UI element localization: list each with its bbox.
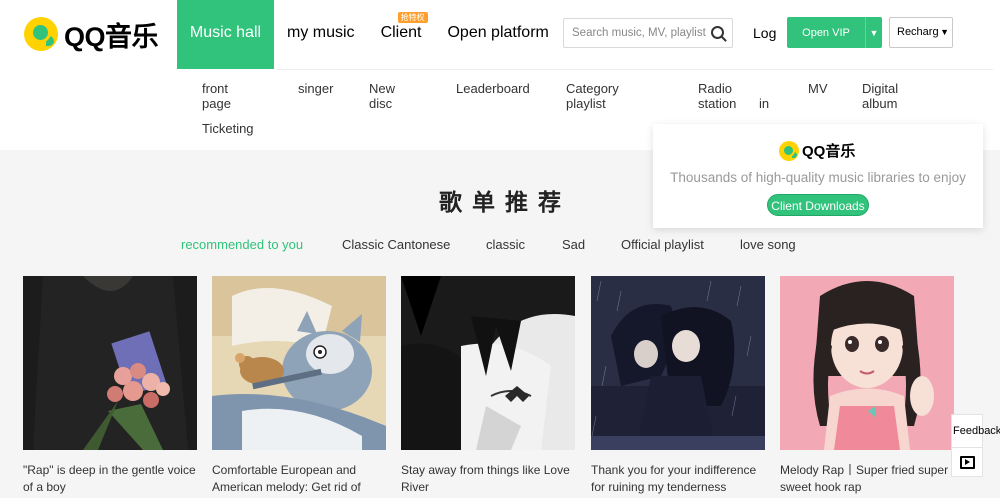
playlist-title-line: "Rap" is deep in the gentle voice [23,463,196,477]
section-title: 歌单推荐 [439,189,571,215]
category-sad[interactable]: Sad [562,237,585,252]
playlist-title[interactable]: Comfortable European and American melody… [212,462,386,496]
feedback-button[interactable]: Feedback [951,414,1000,448]
playlist-card[interactable]: Melody Rap丨Super fried super sweet hook … [780,276,954,496]
login-link[interactable]: Log [753,25,776,41]
playlist-title-line: Melody Rap丨Super fried super [780,463,949,477]
playlist-title-line: Stay away from things like Love [401,463,570,477]
subnav-front-page[interactable]: front page [202,81,231,111]
search-box [563,18,733,48]
subnav-radio-station[interactable]: Radio station [698,81,736,111]
qq-music-logo[interactable]: QQ音乐 [24,14,159,54]
popover-logo: QQ音乐 [779,140,855,161]
chevron-down-icon[interactable]: ▼ [865,17,882,48]
brand-name: QQ音乐 [64,21,159,52]
playlist-title-line: for ruining my tenderness [591,480,727,494]
qq-music-logo-icon [779,140,799,161]
recharge-label: Recharge [897,26,945,38]
subnav-ticketing[interactable]: Ticketing [202,121,254,136]
category-official-playlist[interactable]: Official playlist [621,237,704,252]
playlist-title[interactable]: Stay away from things like Love River [401,462,575,496]
nav-divider [277,69,993,70]
play-icon [959,455,975,469]
open-vip-label: Open VIP [802,26,850,39]
popover-brand: QQ音乐 [802,143,856,160]
privilege-badge: 抢特权 [397,12,428,23]
playlist-cover[interactable] [212,276,386,450]
playlist-cover[interactable] [591,276,765,450]
category-classic[interactable]: classic [486,237,525,252]
playlist-title-line: River [401,480,430,494]
playlist-card[interactable]: Thank you for your indifference for ruin… [591,276,765,496]
subnav-category-playlist[interactable]: Category playlist [566,81,619,111]
subnav-new-disc[interactable]: New disc [369,81,395,111]
playlist-title-line: Comfortable European and [212,463,357,477]
nav-my-music[interactable]: my music [274,0,368,69]
playlist-card[interactable]: Stay away from things like Love River [401,276,575,496]
subnav-mv[interactable]: MV [808,81,828,96]
playlist-card[interactable]: "Rap" is deep in the gentle voice of a b… [23,276,197,496]
search-input[interactable] [572,27,712,39]
nav-client-label: Client [380,24,422,41]
recharge-button[interactable]: Recharge ▼ [889,17,953,48]
main-nav: Music hall my music Client 抢特权 Open plat… [177,0,562,69]
playlist-title[interactable]: "Rap" is deep in the gentle voice of a b… [23,462,197,496]
chevron-down-icon: ▼ [939,18,949,47]
category-love-song[interactable]: love song [740,237,796,252]
playlist-title[interactable]: Thank you for your indifference for ruin… [591,462,765,496]
subnav-leaderboard[interactable]: Leaderboard [456,81,530,96]
search-icon[interactable] [711,26,724,39]
category-recommended[interactable]: recommended to you [181,237,303,252]
nav-client[interactable]: Client 抢特权 [368,0,435,69]
playlist-title-line: sweet hook rap [780,480,862,494]
playlist-title-line: American melody: Get rid of [212,480,361,494]
qq-music-logo-icon [24,17,58,51]
playlist-cover[interactable] [401,276,575,450]
player-button[interactable] [951,447,983,477]
open-vip-button[interactable]: Open VIP ▼ [787,17,882,48]
subnav-radio-station-wrap[interactable]: in [759,96,769,111]
playlist-title[interactable]: Melody Rap丨Super fried super sweet hook … [780,462,954,496]
playlist-title-line: Thank you for your indifference [591,463,757,477]
playlist-cover[interactable] [780,276,954,450]
subnav-singer[interactable]: singer [298,81,333,96]
subnav-digital-album[interactable]: Digital album [862,81,898,111]
playlist-cover[interactable] [23,276,197,450]
category-classic-cantonese[interactable]: Classic Cantonese [342,237,450,252]
playlist-title-line: of a boy [23,480,66,494]
nav-music-hall[interactable]: Music hall [177,0,274,69]
nav-open-platform[interactable]: Open platform [434,0,561,69]
playlist-card[interactable]: Comfortable European and American melody… [212,276,386,496]
